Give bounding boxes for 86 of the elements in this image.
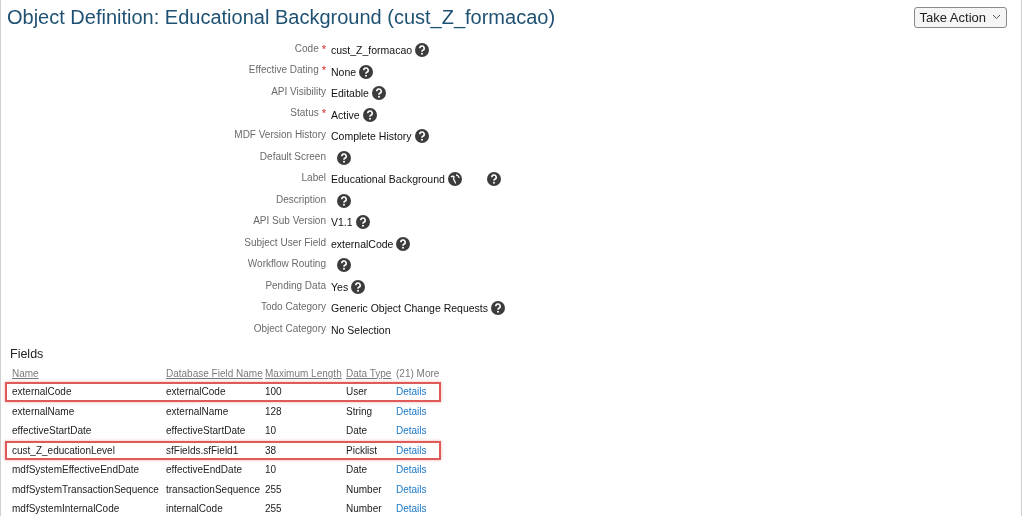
- property-label: Todo Category: [260, 301, 326, 313]
- required-mark: *: [321, 107, 326, 120]
- property-value: None: [331, 65, 357, 78]
- details-link[interactable]: Details: [396, 503, 442, 515]
- table-cell-text: mdfSystemEffectiveEndDate: [12, 464, 141, 476]
- details-link[interactable]: Details: [396, 464, 442, 476]
- table-cell-text: User: [346, 386, 369, 398]
- property-value: externalCode: [331, 237, 394, 250]
- more-count: (21) More: [396, 367, 441, 379]
- property-value: Generic Object Change Requests: [331, 302, 488, 315]
- property-value: cust_Z_formacao: [331, 44, 413, 57]
- table-cell-text: 255: [265, 483, 283, 495]
- help-icon[interactable]: [491, 301, 505, 316]
- property-label: Pending Data: [265, 279, 326, 291]
- property-value: V1.1: [331, 216, 353, 229]
- help-icon[interactable]: [359, 64, 374, 79]
- details-link[interactable]: Details: [396, 425, 442, 437]
- property-value: No Selection: [331, 323, 391, 336]
- help-icon[interactable]: [337, 258, 351, 273]
- help-icon[interactable]: [362, 107, 377, 122]
- table-cell-text: 10: [265, 425, 278, 437]
- table-cell-text: externalCode: [166, 386, 227, 398]
- details-link[interactable]: Details: [396, 386, 442, 398]
- table-cell-text: externalName: [12, 405, 76, 417]
- property-label: Object Category: [253, 322, 326, 334]
- table-cell-text: effectiveEndDate: [166, 464, 243, 476]
- property-label: Code: [294, 42, 319, 55]
- property-label: API Visibility: [271, 86, 326, 98]
- help-icon[interactable]: [415, 43, 430, 58]
- property-label: Default Screen: [259, 150, 326, 162]
- table-cell-text: Date: [346, 425, 369, 437]
- table-cell-text: Picklist: [346, 444, 379, 456]
- details-link[interactable]: Details: [396, 483, 442, 495]
- globe-icon[interactable]: [447, 172, 462, 187]
- property-value: Active: [331, 108, 360, 121]
- column-header[interactable]: Maximum Length: [265, 367, 346, 379]
- property-label: API Sub Version: [253, 215, 326, 227]
- help-icon[interactable]: [337, 150, 351, 165]
- required-mark: *: [321, 64, 326, 77]
- table-cell-text: effectiveStartDate: [12, 425, 93, 437]
- table-cell-text: 100: [265, 386, 283, 398]
- property-value: Editable: [331, 87, 369, 100]
- property-label: Description: [275, 193, 326, 205]
- table-cell-text: 10: [265, 464, 278, 476]
- help-icon[interactable]: [486, 172, 501, 187]
- help-icon[interactable]: [371, 86, 386, 101]
- column-header[interactable]: Database Field Name: [166, 367, 265, 379]
- caret-icon: [992, 14, 1001, 20]
- table-cell-text: Number: [346, 483, 383, 495]
- help-icon[interactable]: [337, 193, 351, 208]
- property-value: Complete History: [331, 130, 412, 143]
- column-header[interactable]: Name: [12, 367, 166, 379]
- page-title: Object Definition: Educational Background (cust_Z_formacao): [7, 5, 556, 30]
- property-label: Effective Dating: [248, 64, 319, 77]
- table-cell-text: String: [346, 405, 374, 417]
- table-cell-text: 128: [265, 405, 283, 417]
- column-header[interactable]: Data Type: [346, 367, 396, 379]
- property-label: Status: [290, 107, 319, 120]
- table-cell-text: transactionSequence: [166, 483, 261, 495]
- property-label: Workflow Routing: [247, 258, 326, 270]
- table-cell-text: externalName: [166, 405, 230, 417]
- table-cell-text: mdfSystemTransactionSequence: [12, 483, 160, 495]
- take-action-button[interactable]: Take Action: [913, 6, 1007, 28]
- required-mark: *: [321, 42, 326, 55]
- property-value: Educational Background: [331, 173, 445, 186]
- table-cell-text: mdfSystemInternalCode: [12, 503, 121, 515]
- property-label: MDF Version History: [234, 129, 326, 141]
- table-cell-text: 38: [265, 444, 278, 456]
- property-label: Label: [301, 172, 326, 184]
- table-cell-text: sfFields.sfField1: [166, 444, 240, 456]
- table-cell-text: Date: [346, 464, 369, 476]
- property-value: Yes: [331, 280, 349, 293]
- property-label: Subject User Field: [244, 236, 326, 248]
- help-icon[interactable]: [396, 236, 411, 251]
- table-cell-text: effectiveStartDate: [166, 425, 247, 437]
- details-link[interactable]: Details: [396, 444, 442, 456]
- table-cell-text: internalCode: [166, 503, 224, 515]
- help-icon[interactable]: [414, 129, 429, 144]
- section-heading: Fields: [10, 347, 45, 361]
- table-cell-text: externalCode: [12, 386, 73, 398]
- table-cell-text: cust_Z_educationLevel: [12, 444, 116, 456]
- help-icon[interactable]: [355, 215, 370, 230]
- details-link[interactable]: Details: [396, 405, 442, 417]
- table-cell-text: Number: [346, 503, 383, 515]
- help-icon[interactable]: [351, 279, 366, 294]
- table-cell-text: 255: [265, 503, 283, 515]
